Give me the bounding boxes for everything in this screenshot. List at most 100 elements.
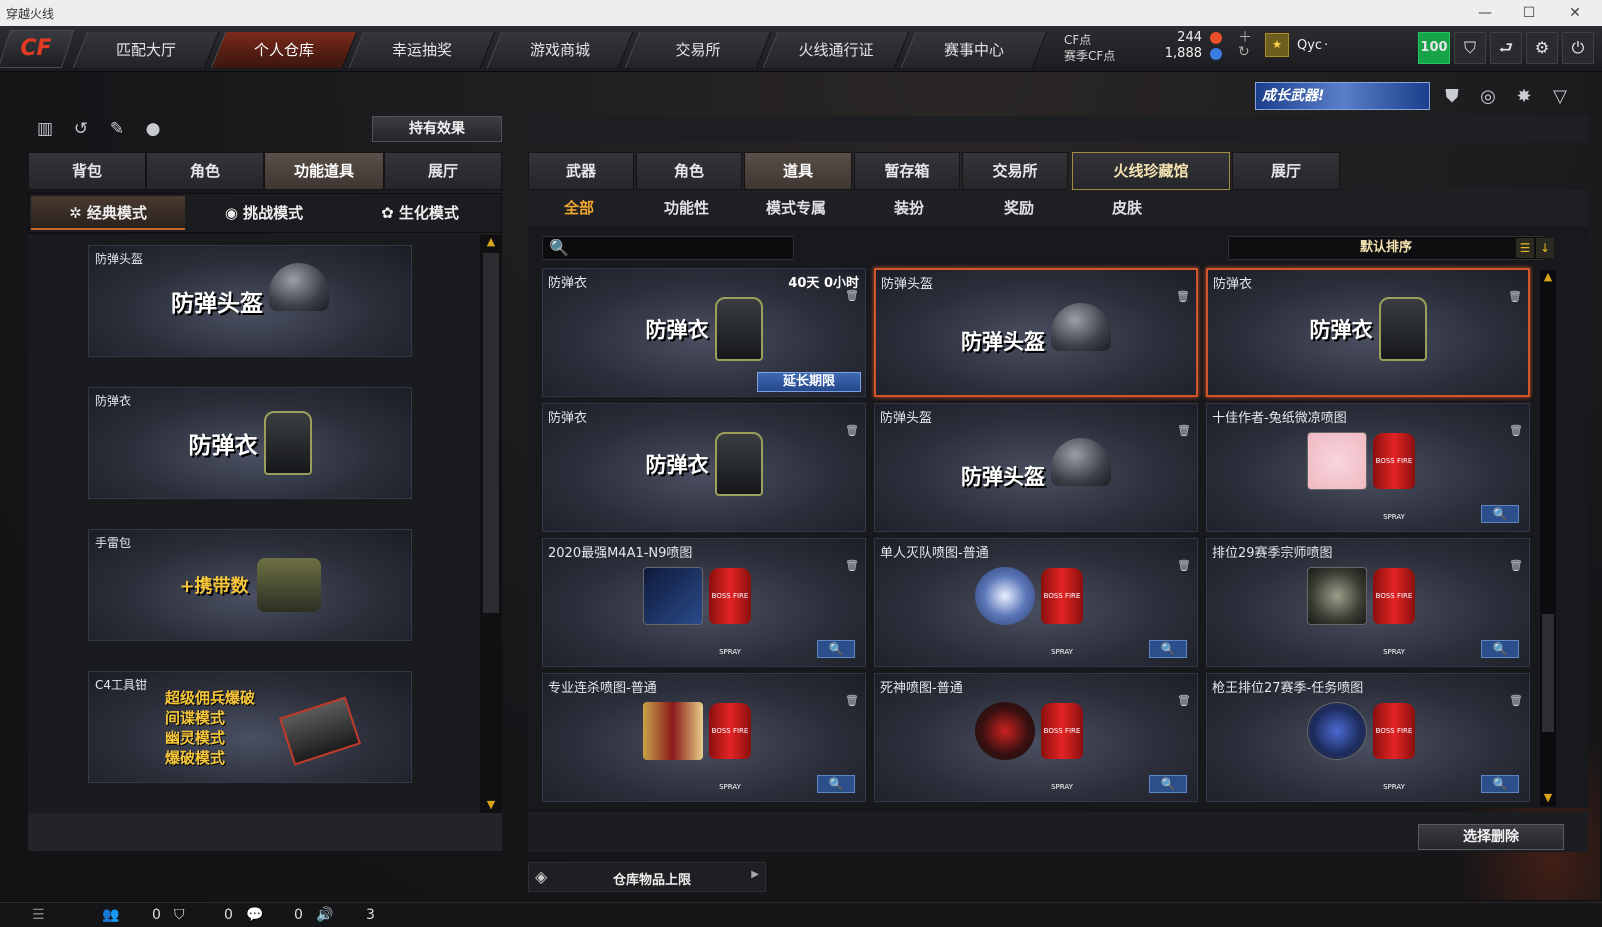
item-card[interactable]: 防弹衣 🗑 防弹衣 bbox=[542, 403, 866, 532]
left-tab-bag[interactable]: 背包 bbox=[28, 152, 146, 190]
friends-icon[interactable]: 👥 bbox=[102, 907, 119, 923]
preview-magnifier-icon[interactable]: 🔍 bbox=[1149, 775, 1187, 793]
gear-icon[interactable]: ⚙ bbox=[1526, 32, 1558, 64]
sort-direction-icon[interactable]: ↓ bbox=[1536, 238, 1554, 258]
wings-icon[interactable]: ▽ bbox=[1546, 84, 1574, 110]
holding-effect-button[interactable]: 持有效果 bbox=[372, 116, 502, 142]
subtab-rewards[interactable]: 奖励 bbox=[1004, 197, 1034, 218]
minimize-icon[interactable]: — bbox=[1470, 2, 1500, 24]
star-badge-icon[interactable]: ✸ bbox=[1510, 84, 1538, 110]
clan-shield-icon[interactable]: ⛉ bbox=[174, 907, 185, 923]
preview-magnifier-icon[interactable]: 🔍 bbox=[1481, 775, 1519, 793]
refresh-icon[interactable]: ↻ bbox=[1238, 44, 1250, 60]
left-item-grenade-bag[interactable]: 手雷包 +携带数 bbox=[88, 529, 412, 641]
right-tab-storage[interactable]: 暂存箱 bbox=[854, 152, 960, 190]
scroll-up-icon[interactable]: ▲ bbox=[1540, 270, 1556, 283]
scroll-up-icon[interactable]: ▲ bbox=[480, 235, 502, 248]
badge-v-icon[interactable]: ⛊ bbox=[1438, 84, 1466, 110]
right-tab-items[interactable]: 道具 bbox=[744, 152, 852, 190]
right-scroll-thumb[interactable] bbox=[1542, 614, 1554, 732]
close-icon[interactable]: ✕ bbox=[1560, 2, 1590, 24]
preview-magnifier-icon[interactable]: 🔍 bbox=[1481, 505, 1519, 523]
left-scroll-thumb[interactable] bbox=[483, 253, 499, 613]
nav-tab-warehouse[interactable]: 个人仓库 bbox=[210, 32, 358, 68]
grenade-icon[interactable]: ● bbox=[140, 116, 166, 142]
nav-tab-pass[interactable]: 火线通行证 bbox=[762, 32, 910, 68]
item-card[interactable]: 十佳作者-兔纸微凉喷图 🗑 BOSS FIRE SPRAY 🔍 bbox=[1206, 403, 1530, 532]
trash-icon[interactable]: 🗑 bbox=[1177, 694, 1191, 708]
subtab-skins[interactable]: 皮肤 bbox=[1112, 197, 1142, 218]
mode-challenge[interactable]: ◉ 挑战模式 bbox=[187, 196, 341, 230]
item-card[interactable]: 防弹衣 40天 0小时 🗑 防弹衣 延长期限 bbox=[542, 268, 866, 397]
spray-icon[interactable]: ✎ bbox=[104, 116, 130, 142]
item-card[interactable]: 专业连杀喷图-普通 🗑 BOSS FIRE SPRAY 🔍 bbox=[542, 673, 866, 802]
trash-icon[interactable]: 🗑 bbox=[1177, 559, 1191, 573]
item-card[interactable]: 防弹头盔 🗑 防弹头盔 bbox=[874, 403, 1198, 532]
list-view-icon[interactable]: ☰ bbox=[1516, 238, 1534, 258]
item-card[interactable]: 防弹衣 🗑 防弹衣 bbox=[1206, 268, 1530, 397]
preview-magnifier-icon[interactable]: 🔍 bbox=[1481, 640, 1519, 658]
right-tab-collection[interactable]: 火线珍藏馆 bbox=[1072, 152, 1230, 190]
nav-tab-shop[interactable]: 游戏商城 bbox=[486, 32, 634, 68]
right-tab-exchange[interactable]: 交易所 bbox=[962, 152, 1068, 190]
level-badge[interactable]: 100 bbox=[1418, 32, 1450, 64]
preview-magnifier-icon[interactable]: 🔍 bbox=[1149, 640, 1187, 658]
item-card[interactable]: 枪王排位27赛季-任务喷图 🗑 BOSS FIRE SPRAY 🔍 bbox=[1206, 673, 1530, 802]
history-icon[interactable]: ↺ bbox=[68, 116, 94, 142]
maximize-icon[interactable]: ☐ bbox=[1514, 2, 1544, 24]
left-tab-character[interactable]: 角色 bbox=[146, 152, 264, 190]
growth-weapon-banner[interactable]: 成长武器! bbox=[1255, 82, 1430, 110]
subtab-functional[interactable]: 功能性 bbox=[664, 197, 709, 218]
mode-zombie[interactable]: ✿ 生化模式 bbox=[343, 196, 497, 230]
nav-tab-exchange[interactable]: 交易所 bbox=[624, 32, 772, 68]
right-tab-weapons[interactable]: 武器 bbox=[528, 152, 634, 190]
subtab-mode-exclusive[interactable]: 模式专属 bbox=[766, 197, 826, 218]
nav-tab-match-lobby[interactable]: 匹配大厅 bbox=[72, 32, 220, 68]
mode-classic[interactable]: ✲ 经典模式 bbox=[31, 196, 185, 230]
select-delete-button[interactable]: 选择删除 bbox=[1418, 824, 1564, 850]
left-tab-items[interactable]: 功能道具 bbox=[264, 152, 384, 190]
chat-icon[interactable]: 💬 bbox=[246, 907, 263, 923]
cf-logo[interactable]: CF bbox=[0, 30, 75, 68]
item-card[interactable]: 2020最强M4A1-N9喷图 🗑 BOSS FIRE SPRAY 🔍 bbox=[542, 538, 866, 667]
right-tab-gallery[interactable]: 展厅 bbox=[1232, 152, 1340, 190]
scroll-down-icon[interactable]: ▼ bbox=[480, 798, 502, 811]
power-icon[interactable]: ⏻ bbox=[1562, 32, 1594, 64]
preview-magnifier-icon[interactable]: 🔍 bbox=[817, 775, 855, 793]
left-tab-gallery[interactable]: 展厅 bbox=[384, 152, 502, 190]
trash-icon[interactable]: 🗑 bbox=[1509, 559, 1523, 573]
user-avatar[interactable]: ★ bbox=[1265, 33, 1289, 57]
globe-badge-icon[interactable]: ◎ bbox=[1474, 84, 1502, 110]
extend-duration-button[interactable]: 延长期限 bbox=[757, 372, 861, 392]
item-card[interactable]: 死神喷图-普通 🗑 BOSS FIRE SPRAY 🔍 bbox=[874, 673, 1198, 802]
search-input[interactable]: 🔍 bbox=[542, 236, 794, 260]
expand-arrow-icon[interactable]: ▶ bbox=[751, 869, 759, 880]
nav-tab-events[interactable]: 赛事中心 bbox=[900, 32, 1048, 68]
left-item-vest[interactable]: 防弹衣 防弹衣 bbox=[88, 387, 412, 499]
speaker-icon[interactable]: 🔊 bbox=[316, 907, 333, 923]
ranking-icon[interactable]: ▥ bbox=[32, 116, 58, 142]
subtab-all[interactable]: 全部 bbox=[564, 197, 594, 218]
shield-icon[interactable]: ⛉ bbox=[1454, 32, 1486, 64]
username[interactable]: Qyc bbox=[1297, 38, 1322, 53]
left-item-c4-pliers[interactable]: C4工具钳 超级佣兵爆破 间谍模式 幽灵模式 爆破模式 bbox=[88, 671, 412, 783]
item-card[interactable]: 单人灭队喷图-普通 🗑 BOSS FIRE SPRAY 🔍 bbox=[874, 538, 1198, 667]
trash-icon[interactable]: 🗑 bbox=[845, 559, 859, 573]
menu-list-icon[interactable]: ☰ bbox=[32, 907, 45, 923]
item-card[interactable]: 防弹头盔 🗑 防弹头盔 bbox=[874, 268, 1198, 397]
trash-icon[interactable]: 🗑 bbox=[845, 694, 859, 708]
left-scrollbar[interactable]: ▲ ▼ bbox=[480, 235, 502, 813]
trash-icon[interactable]: 🗑 bbox=[1509, 424, 1523, 438]
right-scrollbar[interactable]: ▲ ▼ bbox=[1540, 270, 1556, 806]
nav-tab-lottery[interactable]: 幸运抽奖 bbox=[348, 32, 496, 68]
exit-room-icon[interactable]: ⮐ bbox=[1490, 32, 1522, 64]
right-tab-character[interactable]: 角色 bbox=[636, 152, 742, 190]
sort-dropdown[interactable]: 默认排序 bbox=[1228, 236, 1544, 260]
item-card[interactable]: 排位29赛季宗师喷图 🗑 BOSS FIRE SPRAY 🔍 bbox=[1206, 538, 1530, 667]
warehouse-capacity-bar[interactable]: ◈ 仓库物品上限 ▶ bbox=[528, 862, 766, 892]
scroll-down-icon[interactable]: ▼ bbox=[1540, 791, 1556, 804]
trash-icon[interactable]: 🗑 bbox=[1509, 694, 1523, 708]
left-item-helmet[interactable]: 防弹头盔 防弹头盔 bbox=[88, 245, 412, 357]
subtab-outfit[interactable]: 装扮 bbox=[894, 197, 924, 218]
preview-magnifier-icon[interactable]: 🔍 bbox=[817, 640, 855, 658]
